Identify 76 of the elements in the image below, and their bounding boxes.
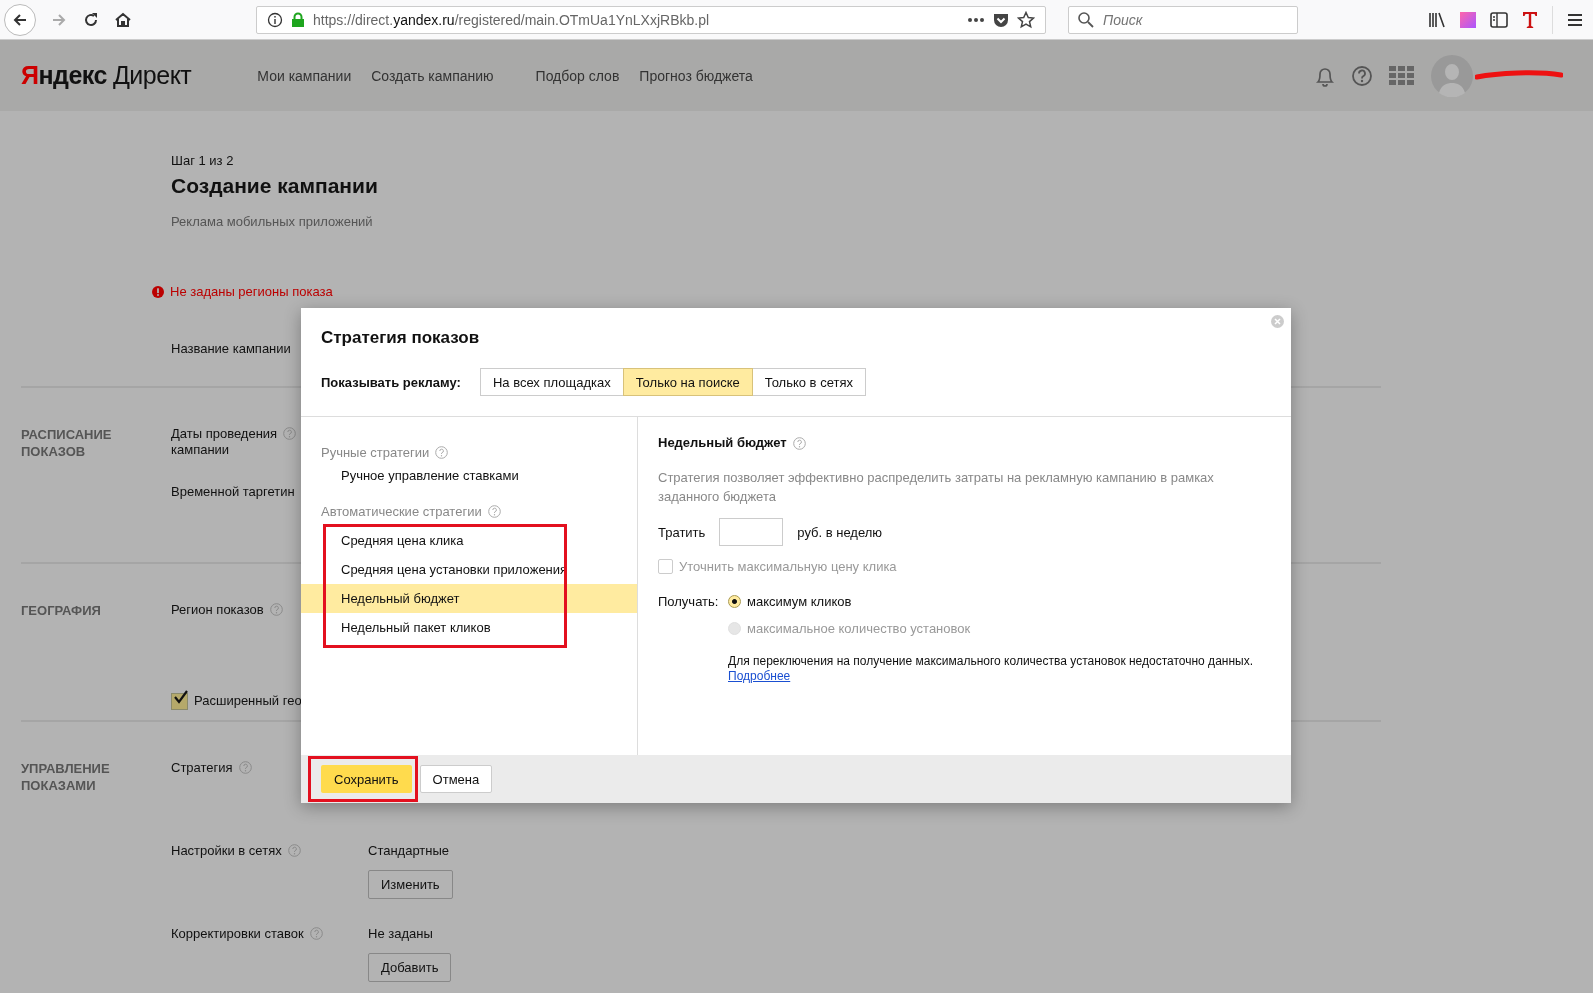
field-value: Стандартные bbox=[368, 843, 450, 858]
action-button[interactable]: Добавить bbox=[368, 953, 452, 982]
nav-link[interactable]: Мои кампании bbox=[257, 67, 352, 84]
search-icon bbox=[1077, 10, 1095, 29]
spend-label: Тратить bbox=[658, 524, 706, 540]
nav-link[interactable]: Прогноз бюджета bbox=[639, 67, 753, 84]
strategy-item[interactable]: Недельный бюджет bbox=[301, 584, 637, 613]
library-icon[interactable] bbox=[1428, 11, 1446, 28]
strategy-item[interactable]: Недельный пакет кликов bbox=[301, 613, 637, 642]
error-icon bbox=[152, 285, 164, 298]
reload-icon[interactable] bbox=[82, 10, 100, 29]
info-note: Для переключения на получение максимального количества установок недостаточно данных. bbox=[728, 654, 1254, 669]
search-input[interactable]: Поиск bbox=[1101, 10, 1289, 29]
back-button[interactable] bbox=[4, 3, 36, 36]
info-icon[interactable] bbox=[267, 11, 283, 28]
group-heading: Автоматические стратегии bbox=[321, 503, 482, 519]
address-bar[interactable]: https://direct.yandex.ru/registered/main.OTmUa1YnLXxjRBkb.pl bbox=[256, 5, 1046, 34]
group-heading: Ручные стратегии bbox=[321, 444, 430, 460]
step-indicator: Шаг 1 из 2 bbox=[171, 153, 235, 168]
help-icon[interactable] bbox=[487, 505, 501, 518]
radio-label: максимум кликов bbox=[747, 594, 852, 609]
strategy-item[interactable]: Средняя цена установки приложения bbox=[301, 555, 637, 584]
help-icon[interactable] bbox=[283, 427, 297, 440]
nav-link[interactable]: Подбор слов bbox=[535, 67, 620, 84]
dialog-title: Стратегия показов bbox=[321, 328, 481, 348]
receive-label: Получать: bbox=[658, 594, 720, 611]
strategy-item[interactable]: Средняя цена клика bbox=[301, 526, 637, 555]
sidebar-icon[interactable] bbox=[1490, 11, 1508, 28]
pocket-icon[interactable] bbox=[993, 11, 1009, 28]
home-icon[interactable] bbox=[114, 10, 132, 29]
field-label: Даты проведения кампании bbox=[171, 426, 278, 458]
field-label: Настройки в сетях bbox=[171, 843, 282, 859]
action-button[interactable]: Изменить bbox=[368, 870, 453, 899]
help-icon[interactable] bbox=[435, 446, 449, 459]
field-label: Название кампании bbox=[171, 341, 291, 356]
radio-label: максимальное количество установок bbox=[747, 621, 971, 636]
more-icon[interactable] bbox=[967, 16, 985, 23]
checkbox-label: Уточнить максимальную цену клика bbox=[679, 559, 897, 574]
star-icon[interactable] bbox=[1017, 10, 1035, 29]
lock-icon bbox=[291, 11, 305, 28]
strategy-heading: Недельный бюджет bbox=[658, 435, 787, 450]
page-title: Создание кампании bbox=[171, 174, 379, 198]
help-icon[interactable] bbox=[1351, 64, 1373, 87]
section-heading: РАСПИСАНИЕ ПОКАЗОВ bbox=[21, 426, 113, 461]
error-message: Не заданы регионы показа bbox=[170, 284, 333, 299]
field-label: Корректировки ставок bbox=[171, 926, 304, 942]
placement-tab[interactable]: На всех площадках bbox=[479, 368, 624, 396]
field-label: Регион показов bbox=[171, 602, 264, 618]
search-bar[interactable]: Поиск bbox=[1068, 5, 1298, 34]
radio-button[interactable] bbox=[728, 595, 741, 608]
nav-link[interactable]: Создать кампанию bbox=[371, 67, 494, 84]
letter-t-icon[interactable] bbox=[1522, 10, 1538, 29]
cancel-button[interactable]: Отмена bbox=[419, 765, 493, 793]
more-link[interactable]: Подробнее bbox=[728, 669, 791, 683]
checkbox[interactable] bbox=[171, 692, 188, 710]
apps-grid-icon[interactable] bbox=[1389, 65, 1415, 86]
spend-suffix: руб. в неделю bbox=[797, 524, 883, 540]
show-ads-label: Показывать рекламу: bbox=[321, 374, 461, 390]
section-heading: ГЕОГРАФИЯ bbox=[21, 602, 102, 620]
save-button[interactable]: Сохранить bbox=[321, 765, 412, 793]
logo[interactable]: Яндекс Директ bbox=[21, 61, 192, 90]
field-label: Стратегия bbox=[171, 760, 233, 776]
section-heading: УПРАВЛЕНИЕ ПОКАЗАМИ bbox=[21, 760, 111, 795]
budget-input[interactable] bbox=[719, 518, 784, 546]
strategy-description: Стратегия позволяет эффективно распределить затраты на рекламную кампанию в рамках заданного бюджета bbox=[658, 469, 1215, 506]
placement-tab[interactable]: Только на поиске bbox=[622, 368, 753, 396]
help-icon[interactable] bbox=[792, 436, 806, 450]
strategy-item[interactable]: Ручное управление ставками bbox=[301, 461, 637, 490]
menu-icon[interactable] bbox=[1567, 12, 1583, 27]
url-text: https://direct.yandex.ru/registered/main.OTmUa1YnLXxjRBkb.pl bbox=[313, 11, 710, 28]
checkbox-label: Расширенный гео bbox=[194, 693, 302, 709]
field-label: Временной таргетин bbox=[171, 484, 295, 500]
page-subtitle: Реклама мобильных приложений bbox=[171, 214, 374, 229]
field-value: Не заданы bbox=[368, 926, 433, 941]
extension-icon[interactable] bbox=[1460, 11, 1476, 28]
placement-tab[interactable]: Только в сетях bbox=[751, 368, 866, 396]
